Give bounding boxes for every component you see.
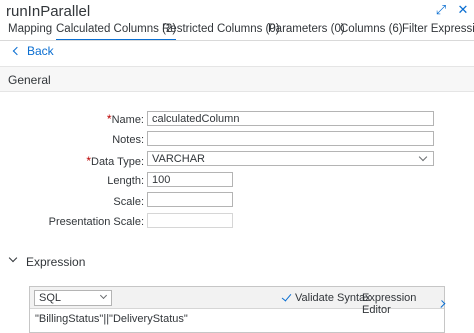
general-section-header: General [0, 66, 474, 92]
chevron-left-icon [12, 46, 22, 56]
expression-editor-button[interactable]: Expression Editor [362, 292, 446, 316]
scale-input[interactable] [147, 192, 233, 207]
expression-section-header[interactable]: Expression [0, 250, 474, 272]
tab-mapping[interactable]: Mapping [8, 23, 52, 40]
tab-columns[interactable]: Columns (6) [340, 23, 403, 40]
validate-syntax-button[interactable]: Validate Syntax [281, 291, 371, 304]
language-value: SQL [39, 292, 62, 304]
chevron-down-icon [418, 152, 428, 162]
tab-bar: Mapping Calculated Columns (2) Restricte… [0, 21, 474, 41]
chevron-down-icon [8, 253, 18, 263]
header-actions: ⤢ ✕ [434, 2, 470, 18]
data-type-label: *Data Type: [86, 154, 144, 168]
length-input[interactable]: 100 [147, 172, 233, 187]
presentation-scale-label: Presentation Scale: [48, 216, 144, 228]
expression-editor-label: Expression Editor [362, 292, 417, 316]
name-label: *Name: [106, 112, 144, 126]
data-type-value: VARCHAR [152, 153, 205, 165]
expression-editor: SQL Validate Syntax Expression Editor "B… [29, 286, 446, 333]
expression-code[interactable]: "BillingStatus"||"DeliveryStatus" [35, 313, 188, 325]
validate-syntax-label: Validate Syntax [295, 292, 371, 304]
data-type-select[interactable]: VARCHAR [147, 151, 434, 166]
presentation-scale-input[interactable] [147, 213, 233, 228]
notes-input[interactable] [147, 131, 434, 146]
editor-toolbar: SQL Validate Syntax Expression Editor [30, 287, 446, 316]
close-icon[interactable]: ✕ [456, 2, 470, 18]
scale-label: Scale: [113, 196, 144, 208]
expression-title: Expression [26, 255, 86, 269]
general-title: General [8, 73, 51, 87]
back-bar: Back [0, 41, 474, 63]
name-input[interactable]: calculatedColumn [147, 111, 434, 126]
tab-filter-expression[interactable]: Filter Expression [402, 23, 474, 40]
tab-calculated-columns[interactable]: Calculated Columns (2) [56, 23, 177, 40]
tab-parameters[interactable]: Parameters (0) [268, 23, 345, 40]
expand-icon[interactable]: ⤢ [434, 2, 448, 18]
chevron-down-icon [99, 291, 108, 300]
notes-label: Notes: [112, 134, 144, 146]
check-icon [281, 291, 292, 302]
language-select[interactable]: SQL [34, 290, 112, 306]
chevron-right-icon [437, 300, 446, 308]
length-label: Length: [107, 175, 144, 187]
page-title: runInParallel [6, 3, 91, 20]
tab-restricted-columns[interactable]: Restricted Columns (0) [162, 23, 280, 40]
back-label: Back [27, 44, 54, 58]
back-button[interactable]: Back [12, 44, 54, 58]
